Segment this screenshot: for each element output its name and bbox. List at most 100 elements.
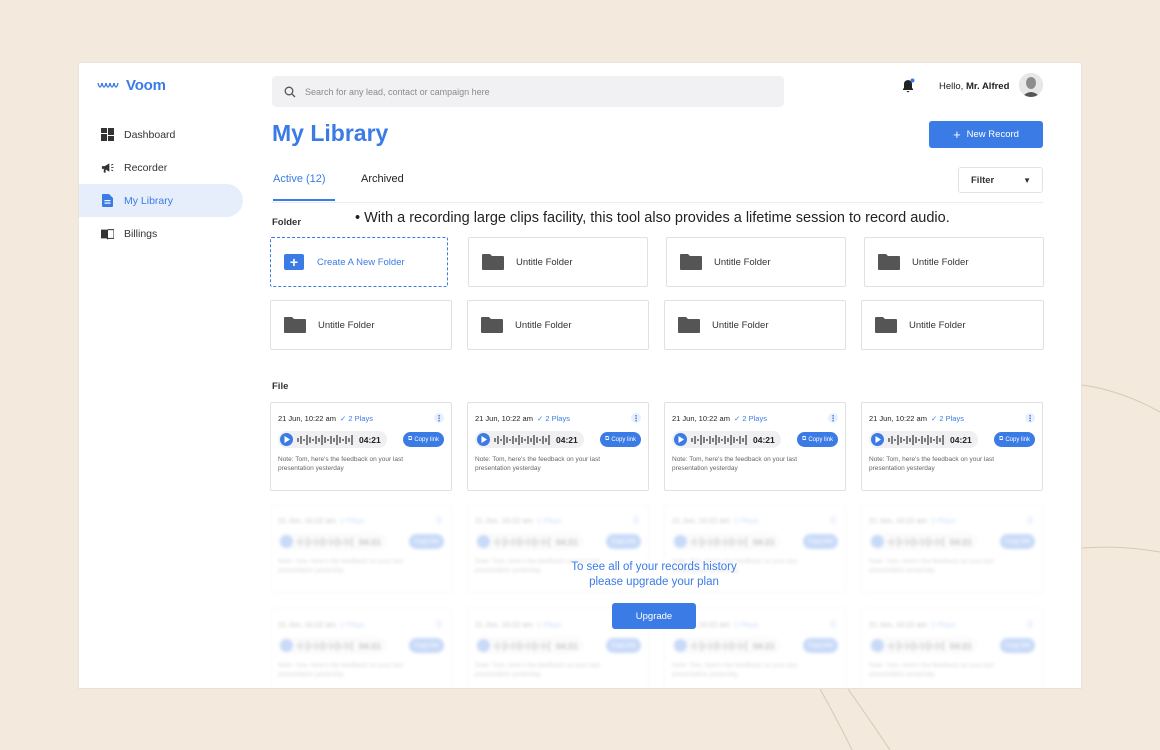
play-button[interactable] xyxy=(280,433,293,446)
waveform-icon xyxy=(297,536,353,547)
user-greeting: Hello, Mr. Alfred xyxy=(939,81,1009,92)
file-date: 21 Jun, 10:22 am xyxy=(869,619,927,629)
new-record-label: New Record xyxy=(966,129,1019,140)
copy-link-button[interactable]: ⧉ Copy link xyxy=(994,432,1035,447)
folder-item[interactable]: Untitle Folder xyxy=(468,237,648,287)
player-controls: 04:21 xyxy=(475,431,584,448)
folder-icon xyxy=(481,317,503,333)
book-icon xyxy=(101,227,114,240)
copy-link-button[interactable]: ⧉ Copy link xyxy=(797,432,838,447)
player-controls: 04:21 xyxy=(869,431,978,448)
tab-archived[interactable]: Archived xyxy=(361,173,404,185)
more-options-icon[interactable]: ⋮ xyxy=(631,413,641,423)
player-controls: 04:21 xyxy=(672,431,781,448)
play-button xyxy=(871,639,884,652)
folder-icon xyxy=(678,317,700,333)
more-options-icon: ⋮ xyxy=(434,619,444,629)
bell-icon[interactable] xyxy=(901,78,915,94)
audio-player: 04:21 ⧉ Copy link xyxy=(672,431,838,448)
sidebar-item-dashboard[interactable]: Dashboard xyxy=(79,118,243,151)
waveform-icon[interactable] xyxy=(494,434,552,446)
more-options-icon[interactable]: ⋮ xyxy=(828,413,838,423)
folder-item[interactable]: Untitle Folder xyxy=(861,300,1044,350)
file-card[interactable]: 21 Jun, 10:22 am ✓ 2 Plays ⋮ 04:21 ⧉ Copy… xyxy=(270,402,452,491)
play-button xyxy=(477,535,490,548)
plays-count: 2 Plays xyxy=(536,619,562,629)
play-button[interactable] xyxy=(477,433,490,446)
plays-count: 2 Plays xyxy=(339,619,365,629)
audio-player: 04:21 Copy link xyxy=(278,533,444,550)
file-card[interactable]: 21 Jun, 10:22 am ✓ 2 Plays ⋮ 04:21 ⧉ Copy… xyxy=(664,402,846,491)
folder-item[interactable]: Untitle Folder xyxy=(270,300,452,350)
upgrade-button[interactable]: Upgrade xyxy=(612,603,696,629)
sidebar-item-billings[interactable]: Billings xyxy=(79,217,243,250)
copy-link-button[interactable]: ⧉ Copy link xyxy=(600,432,641,447)
plays-count: ✓ 2 Plays xyxy=(930,413,964,423)
more-options-icon: ⋮ xyxy=(1025,515,1035,525)
avatar[interactable] xyxy=(1019,73,1043,97)
file-meta: 21 Jun, 10:22 am2 Plays⋮ xyxy=(672,617,838,631)
new-record-button[interactable]: + New Record xyxy=(929,121,1043,148)
create-folder-button[interactable]: + Create A New Folder xyxy=(270,237,448,287)
copy-link-button: Copy link xyxy=(606,534,641,549)
app-name: Voom xyxy=(126,77,166,94)
audio-player: 04:21 Copy link xyxy=(278,637,444,654)
file-date: 21 Jun, 10:22 am xyxy=(278,619,336,629)
copy-link-label: Copy link xyxy=(611,436,636,443)
search-input[interactable] xyxy=(305,86,765,97)
document-icon xyxy=(101,194,114,207)
waveform-icon[interactable] xyxy=(691,434,749,446)
waveform-icon[interactable] xyxy=(888,434,946,446)
file-card[interactable]: 21 Jun, 10:22 am ✓ 2 Plays ⋮ 04:21 ⧉ Copy… xyxy=(467,402,649,491)
folder-section-label: Folder xyxy=(272,217,302,228)
folder-name: Untitle Folder xyxy=(712,319,769,331)
more-options-icon: ⋮ xyxy=(828,619,838,629)
plays-count: ✓ 2 Plays xyxy=(536,413,570,423)
app-logo[interactable]: Voom xyxy=(97,77,166,94)
play-button[interactable] xyxy=(871,433,884,446)
file-card[interactable]: 21 Jun, 10:22 am ✓ 2 Plays ⋮ 04:21 ⧉ Copy… xyxy=(861,402,1043,491)
copy-link-button: Copy link xyxy=(409,534,444,549)
locked-file-card: 21 Jun, 10:22 am2 Plays⋮ 04:21Copy link … xyxy=(270,504,452,593)
waveform-icon xyxy=(888,640,944,651)
plays-count: 2 Plays xyxy=(733,619,759,629)
file-note: Note: Tom, here's the feedback on your l… xyxy=(278,662,404,678)
search-icon xyxy=(284,86,296,97)
more-options-icon: ⋮ xyxy=(828,515,838,525)
folder-icon xyxy=(875,317,897,333)
file-date: 21 Jun, 10:22 am xyxy=(475,515,533,525)
duration: 04:21 xyxy=(556,640,578,651)
audio-player: 04:21 Copy link xyxy=(672,533,838,550)
search-bar[interactable] xyxy=(272,76,784,107)
play-button[interactable] xyxy=(674,433,687,446)
file-note: Note: Tom, here's the feedback on your l… xyxy=(869,662,995,678)
sidebar-item-recorder[interactable]: Recorder xyxy=(79,151,243,184)
file-note: Note: Tom, here's the feedback on your l… xyxy=(475,456,601,472)
play-icon xyxy=(481,436,487,443)
plays-count: 2 Plays xyxy=(339,515,365,525)
folder-item[interactable]: Untitle Folder xyxy=(666,237,846,287)
copy-link-button: Copy link xyxy=(803,638,838,653)
duration: 04:21 xyxy=(359,434,381,445)
app-window: Voom Dashboard Recorder My Library Billi… xyxy=(78,62,1082,689)
folder-name: Untitle Folder xyxy=(714,256,771,268)
tab-active[interactable]: Active (12) xyxy=(273,173,335,201)
folder-item[interactable]: Untitle Folder xyxy=(664,300,846,350)
copy-link-label: Copy link xyxy=(414,436,439,443)
bullet-icon: • xyxy=(355,210,365,226)
folder-icon xyxy=(284,317,306,333)
sidebar-item-my-library[interactable]: My Library xyxy=(79,184,243,217)
play-icon xyxy=(284,436,290,443)
play-button xyxy=(477,639,490,652)
waveform-icon[interactable] xyxy=(297,434,355,446)
filter-dropdown[interactable]: Filter ▼ xyxy=(958,167,1043,193)
sidebar-item-label: Recorder xyxy=(124,161,168,174)
more-options-icon[interactable]: ⋮ xyxy=(1025,413,1035,423)
folder-item[interactable]: Untitle Folder xyxy=(467,300,649,350)
copy-link-button[interactable]: ⧉ Copy link xyxy=(403,432,444,447)
plays-count: ✓ 2 Plays xyxy=(733,413,767,423)
file-meta: 21 Jun, 10:22 am2 Plays⋮ xyxy=(672,513,838,527)
file-note: Note: Tom, here's the feedback on your l… xyxy=(278,456,404,472)
more-options-icon[interactable]: ⋮ xyxy=(434,413,444,423)
folder-item[interactable]: Untitle Folder xyxy=(864,237,1044,287)
